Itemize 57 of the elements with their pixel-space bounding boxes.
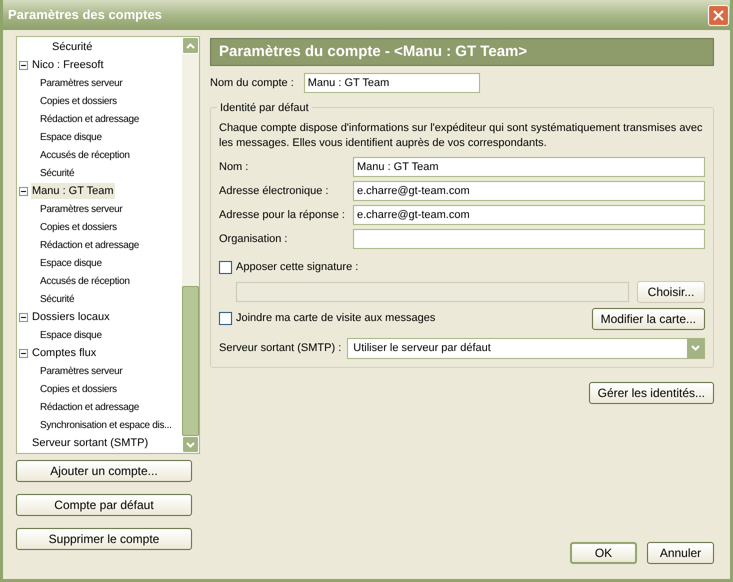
tree-item[interactable]: Copies et dossiers (39, 220, 118, 234)
tree-item[interactable]: Comptes flux (31, 344, 98, 362)
tree-item[interactable]: Manu : GT Team (31, 182, 115, 200)
tree-item[interactable]: Accusés de réception (39, 148, 131, 162)
field-label: Nom : (219, 160, 250, 175)
tree-item[interactable]: Rédaction et adressage (39, 112, 140, 126)
field-label: Adresse électronique : (219, 184, 330, 199)
tree-item[interactable]: Espace disque (39, 130, 103, 144)
tree-item[interactable]: Nico : Freesoft (31, 56, 105, 74)
tree-item[interactable]: Copies et dossiers (39, 94, 118, 108)
checkbox-label: Apposer cette signature : (236, 260, 358, 275)
tree-item[interactable]: Espace disque (39, 328, 103, 342)
close-icon (713, 10, 724, 20)
collapse-icon[interactable] (19, 348, 28, 358)
modify-card-button[interactable]: Modifier la carte... (592, 308, 705, 330)
tree-item[interactable]: Serveur sortant (SMTP) (31, 434, 150, 452)
dialog-button[interactable]: Annuler (647, 542, 714, 564)
account-name-field[interactable]: Manu : GT Team (304, 73, 480, 93)
tree-item[interactable]: Rédaction et adressage (39, 400, 140, 414)
header-title: Paramètres du compte - <Manu : GT Team> (219, 42, 528, 62)
tree-item[interactable]: Sécurité (51, 38, 94, 56)
window-title: Paramètres des comptes (8, 6, 162, 24)
dropdown-value: Utiliser le serveur par défaut (353, 340, 491, 356)
group-legend: Identité par défaut (217, 100, 312, 116)
field-label: Nom du compte : (210, 76, 294, 91)
tree-item[interactable]: Synchronisation et espace dis... (39, 418, 173, 432)
tree-item[interactable]: Sécurité (39, 166, 76, 180)
collapse-icon[interactable] (19, 312, 28, 322)
tree-item[interactable]: Paramètres serveur (39, 202, 124, 216)
tree-item[interactable]: Accusés de réception (39, 274, 131, 288)
manage-identities-button[interactable]: Gérer les identités... (588, 382, 714, 404)
input-field[interactable]: e.charre@gt-team.com (353, 181, 705, 201)
tree-item[interactable]: Espace disque (39, 256, 103, 270)
checkbox-label: Joindre ma carte de visite aux messages (236, 311, 436, 326)
checkbox[interactable] (219, 260, 232, 274)
tree-item[interactable]: Copies et dossiers (39, 382, 118, 396)
account-button[interactable]: Ajouter un compte... (16, 460, 192, 482)
tree-item[interactable]: Paramètres serveur (39, 76, 124, 90)
input-field[interactable]: e.charre@gt-team.com (353, 205, 705, 225)
close-button[interactable] (708, 4, 729, 26)
description: Chaque compte dispose d'informations sur l'expéditeur qui sont systématiquement transmises avec les messages. Elles vous identifient auprès de vos correspondants. (219, 121, 704, 151)
checkbox[interactable] (219, 312, 232, 325)
account-button[interactable]: Compte par défaut (16, 494, 192, 516)
tree-item[interactable]: Sécurité (39, 292, 76, 306)
collapse-icon[interactable] (19, 186, 28, 196)
input-field[interactable]: Manu : GT Team (353, 157, 705, 177)
field-label: Serveur sortant (SMTP) : (219, 340, 342, 356)
field-label: Adresse pour la réponse : (219, 208, 346, 223)
tree-item[interactable]: Rédaction et adressage (39, 238, 140, 252)
input-field[interactable] (353, 229, 705, 249)
tree-item[interactable]: Dossiers locaux (31, 308, 111, 326)
account-button[interactable]: Supprimer le compte (16, 528, 192, 550)
field-label: Organisation : (219, 232, 288, 247)
tree-item[interactable]: Paramètres serveur (39, 364, 124, 378)
collapse-icon[interactable] (19, 60, 28, 70)
dialog-button[interactable]: OK (570, 542, 637, 564)
smtp-dropdown[interactable]: Utiliser le serveur par défaut (347, 338, 705, 358)
